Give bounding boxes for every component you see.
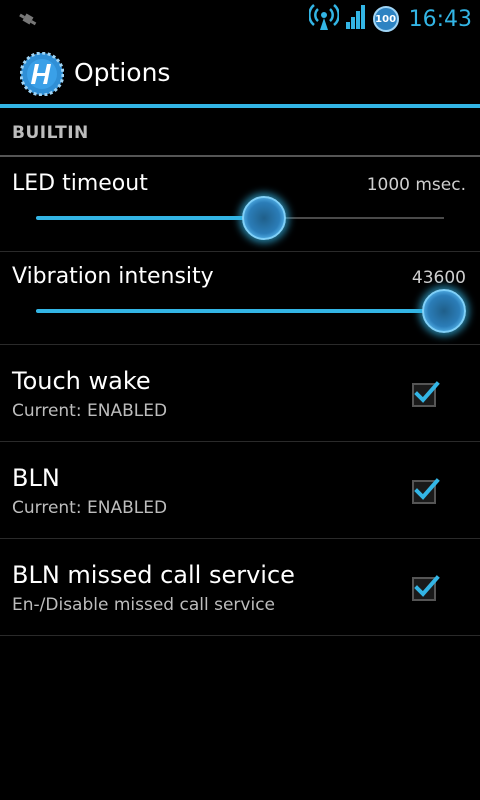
- setting-title: BLN missed call service: [12, 561, 295, 589]
- setting-title: BLN: [12, 464, 60, 492]
- app-icon[interactable]: [19, 51, 65, 97]
- notification-icon: [18, 10, 38, 28]
- bln-missed-call-checkbox[interactable]: [412, 575, 440, 601]
- battery-icon: 100: [372, 6, 399, 32]
- vibration-intensity-row: Vibration intensity 43600: [0, 252, 480, 345]
- checkmark-icon: [414, 478, 440, 500]
- section-header: BUILTIN: [0, 112, 480, 157]
- slider-thumb[interactable]: [242, 196, 287, 240]
- touch-wake-row[interactable]: Touch wake Current: ENABLED: [0, 345, 480, 442]
- setting-subtitle: Current: ENABLED: [12, 498, 168, 518]
- bln-checkbox[interactable]: [412, 478, 440, 504]
- slider-title: LED timeout: [12, 171, 148, 196]
- checkmark-icon: [414, 575, 440, 597]
- slider-fill: [36, 309, 444, 313]
- status-time: 16:43: [408, 6, 472, 32]
- setting-title: Touch wake: [12, 367, 151, 395]
- bln-missed-call-row[interactable]: BLN missed call service En-/Disable miss…: [0, 539, 480, 636]
- checkmark-icon: [414, 381, 440, 403]
- action-bar: Options: [0, 38, 480, 108]
- signal-icon: [345, 5, 367, 33]
- touch-wake-checkbox[interactable]: [412, 381, 440, 407]
- section-title: BUILTIN: [12, 123, 89, 143]
- slider-value: 43600: [411, 268, 466, 288]
- status-bar: 100 16:43: [0, 0, 480, 38]
- page-title: Options: [74, 58, 171, 87]
- slider-value: 1000 msec.: [366, 175, 466, 195]
- led-timeout-row: LED timeout 1000 msec.: [0, 159, 480, 252]
- slider-title: Vibration intensity: [12, 264, 214, 289]
- setting-subtitle: Current: ENABLED: [12, 401, 168, 421]
- wifi-hotspot-icon: [307, 3, 340, 35]
- bln-row[interactable]: BLN Current: ENABLED: [0, 442, 480, 539]
- slider-thumb[interactable]: [422, 289, 466, 333]
- slider-fill: [36, 216, 265, 220]
- setting-subtitle: En-/Disable missed call service: [12, 595, 276, 615]
